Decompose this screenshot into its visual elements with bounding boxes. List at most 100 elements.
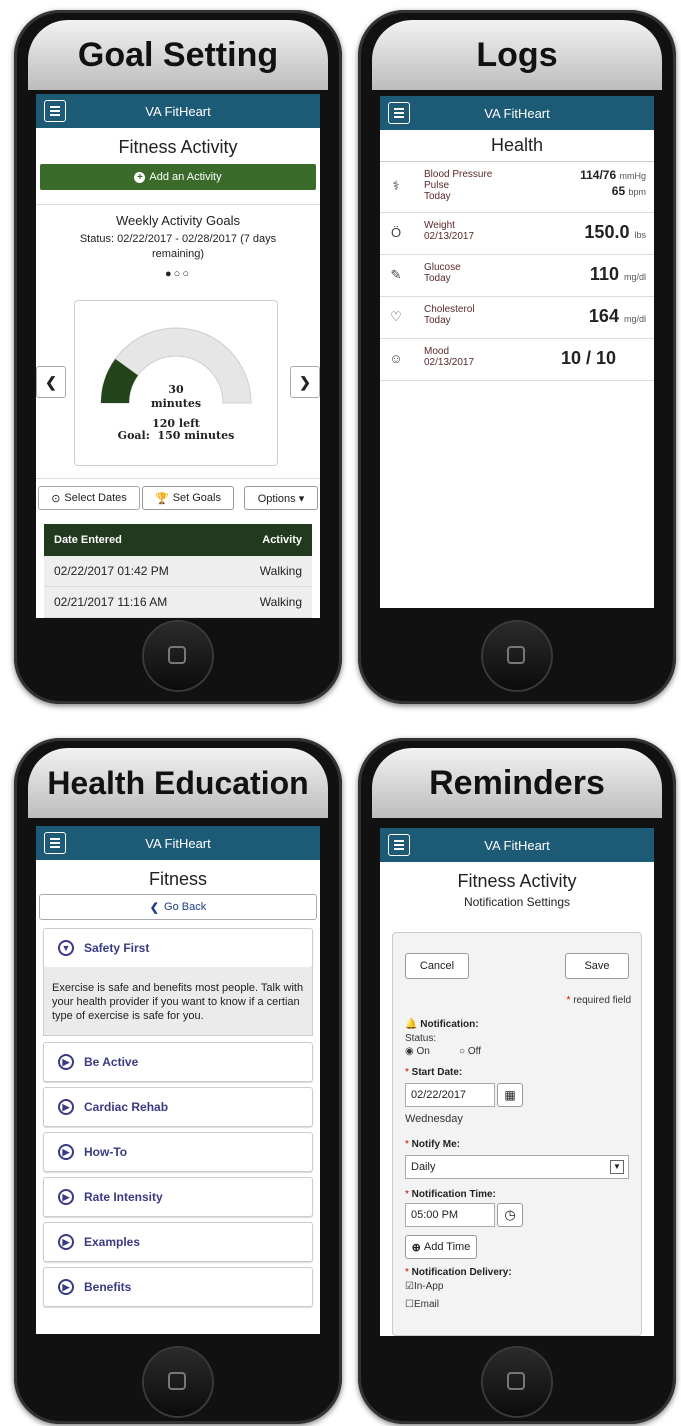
page-title: Fitness [148, 869, 208, 889]
log-row-cholesterol[interactable]: ♡ Cholesterol Today 164 mg/dl [380, 297, 654, 339]
add-activity-button[interactable]: + Add an Activity [40, 164, 316, 190]
on-label: On [416, 1046, 430, 1057]
radio-unchecked-icon: ○ [459, 1046, 468, 1057]
hamburger-menu-icon[interactable] [388, 102, 410, 124]
smiley-icon: ☺ [389, 351, 403, 366]
phone-logs: Logs VA FitHeart Health ⚕ Blood Pressure… [358, 10, 676, 704]
app-bar: VA FitHeart [36, 94, 320, 128]
prev-arrow-button[interactable]: ❮ [36, 366, 66, 398]
hamburger-menu-icon[interactable] [388, 834, 410, 856]
home-square-icon [507, 1372, 525, 1390]
home-button[interactable] [144, 1348, 212, 1416]
home-button[interactable] [483, 622, 551, 690]
table-row[interactable]: 02/21/2017 11:16 AM Walking [44, 587, 312, 618]
accordion-rate-intensity[interactable]: ▶ Rate Intensity [43, 1177, 313, 1217]
carousel-dots[interactable]: ●○○ [36, 268, 320, 280]
accordion-how-to[interactable]: ▶ How-To [43, 1132, 313, 1172]
hamburger-menu-icon[interactable] [44, 100, 66, 122]
reminders-screen: VA FitHeart Fitness Activity Notificatio… [380, 828, 654, 1336]
add-time-button[interactable]: ⊕ Add Time [405, 1235, 477, 1259]
time-input[interactable]: 05:00 PM [405, 1203, 495, 1227]
required-note-text: required field [573, 995, 631, 1006]
app-title: VA FitHeart [484, 837, 550, 853]
chevron-down-circle-icon: ▼ [58, 940, 74, 956]
add-time-label: Add Time [423, 1241, 471, 1253]
notification-heading: 🔔 Notification: [405, 1019, 479, 1030]
cholesterol-unit: mg/dl [623, 314, 646, 324]
home-square-icon [168, 646, 186, 664]
set-goals-button[interactable]: 🏆 Set Goals [142, 486, 234, 510]
notify-me-select[interactable]: Daily ▼ [405, 1155, 629, 1179]
accordion-label: Benefits [84, 1280, 132, 1294]
education-screen: VA FitHeart Fitness ❮ Go Back ▼ Safety Fir… [36, 826, 320, 1334]
home-button[interactable] [144, 622, 212, 690]
calendar-icon: ▦ [504, 1088, 516, 1102]
pulse-value: 65 [611, 184, 626, 198]
inapp-checkbox[interactable]: ☑In-App [405, 1281, 443, 1292]
log-value: 10 / 10 [561, 348, 616, 369]
accordion-safety-first[interactable]: ▼ Safety First [43, 928, 313, 968]
hamburger-menu-icon[interactable] [44, 832, 66, 854]
next-arrow-button[interactable]: ❯ [290, 366, 320, 398]
log-row-blood-pressure[interactable]: ⚕ Blood Pressure Pulse Today 114/76 mmHg 65… [380, 162, 654, 213]
phone-health-education: Health Education VA FitHeart Fitness ❮ Go… [14, 738, 342, 1424]
play-circle-icon: ▶ [58, 1189, 74, 1205]
accordion-body: Exercise is safe and benefits most peopl… [43, 967, 313, 1036]
go-back-button[interactable]: ❮ Go Back [39, 894, 317, 920]
options-button[interactable]: Options ▾ [244, 486, 318, 510]
panel-caption: Logs [372, 20, 662, 90]
clock-icon: ◷ [504, 1207, 516, 1222]
status-off-radio[interactable]: ○ Off [459, 1046, 481, 1057]
save-button[interactable]: Save [565, 953, 629, 979]
log-value: 114/76 mmHg 65 bpm [580, 168, 646, 200]
log-row-mood[interactable]: ☺ Mood 02/13/2017 10 / 10 [380, 339, 654, 381]
label-line: Mood [424, 346, 450, 357]
table-row[interactable]: 02/22/2017 01:42 PM Walking [44, 556, 312, 587]
label-line: Cholesterol [424, 304, 475, 315]
accordion-examples[interactable]: ▶ Examples [43, 1222, 313, 1262]
clock-button[interactable]: ◷ [497, 1203, 523, 1227]
log-label: Weight 02/13/2017 [424, 220, 474, 242]
app-title: VA FitHeart [145, 835, 211, 851]
home-button[interactable] [483, 1348, 551, 1416]
start-date-value: 02/22/2017 [411, 1089, 467, 1101]
trophy-icon: 🏆 [154, 492, 169, 505]
log-label: Mood 02/13/2017 [424, 346, 474, 368]
accordion-label: Rate Intensity [84, 1190, 163, 1204]
select-dates-button[interactable]: ⊙ Select Dates [38, 486, 140, 510]
page-title: Fitness Activity [457, 871, 577, 891]
label-line: Weight [424, 220, 455, 231]
log-label: Blood Pressure Pulse Today [424, 169, 492, 202]
log-row-glucose[interactable]: ✎ Glucose Today 110 mg/dl [380, 255, 654, 297]
accordion-benefits[interactable]: ▶ Benefits [43, 1267, 313, 1307]
accordion-label: Examples [84, 1235, 141, 1249]
accordion-cardiac-rehab[interactable]: ▶ Cardiac Rehab [43, 1087, 313, 1127]
page-title: Health [490, 135, 544, 155]
log-label: Glucose Today [424, 262, 461, 284]
cell-date: 02/22/2017 01:42 PM [54, 564, 169, 578]
app-bar: VA FitHeart [380, 96, 654, 130]
cell-activity: Walking [259, 595, 302, 609]
glucose-unit: mg/dl [623, 272, 646, 282]
label-line: Today [424, 191, 451, 202]
email-checkbox[interactable]: ☐Email [405, 1299, 439, 1310]
go-back-label: Go Back [164, 901, 207, 913]
play-circle-icon: ▶ [58, 1054, 74, 1070]
table-header: Date Entered Activity [44, 524, 312, 556]
gauge-card: 30 minutes 120 left Goal: 150 minutes [74, 300, 278, 466]
accordion-be-active[interactable]: ▶ Be Active [43, 1042, 313, 1082]
gauge-goal: Goal: 150 minutes [117, 429, 235, 442]
log-value: 110 mg/dl [590, 264, 646, 285]
weekday-text: Wednesday [405, 1113, 463, 1125]
cancel-button[interactable]: Cancel [405, 953, 469, 979]
log-row-weight[interactable]: Ö Weight 02/13/2017 150.0 lbs [380, 213, 654, 255]
start-date-input[interactable]: 02/22/2017 [405, 1083, 495, 1107]
accordion-label: Cardiac Rehab [84, 1100, 169, 1114]
add-activity-label: Add an Activity [149, 171, 222, 183]
label-line: Today [424, 273, 451, 284]
plus-icon: + [134, 171, 146, 183]
save-label: Save [584, 960, 610, 972]
page-title: Fitness Activity [118, 137, 238, 157]
status-on-radio[interactable]: ◉ On [405, 1046, 430, 1057]
calendar-button[interactable]: ▦ [497, 1083, 523, 1107]
